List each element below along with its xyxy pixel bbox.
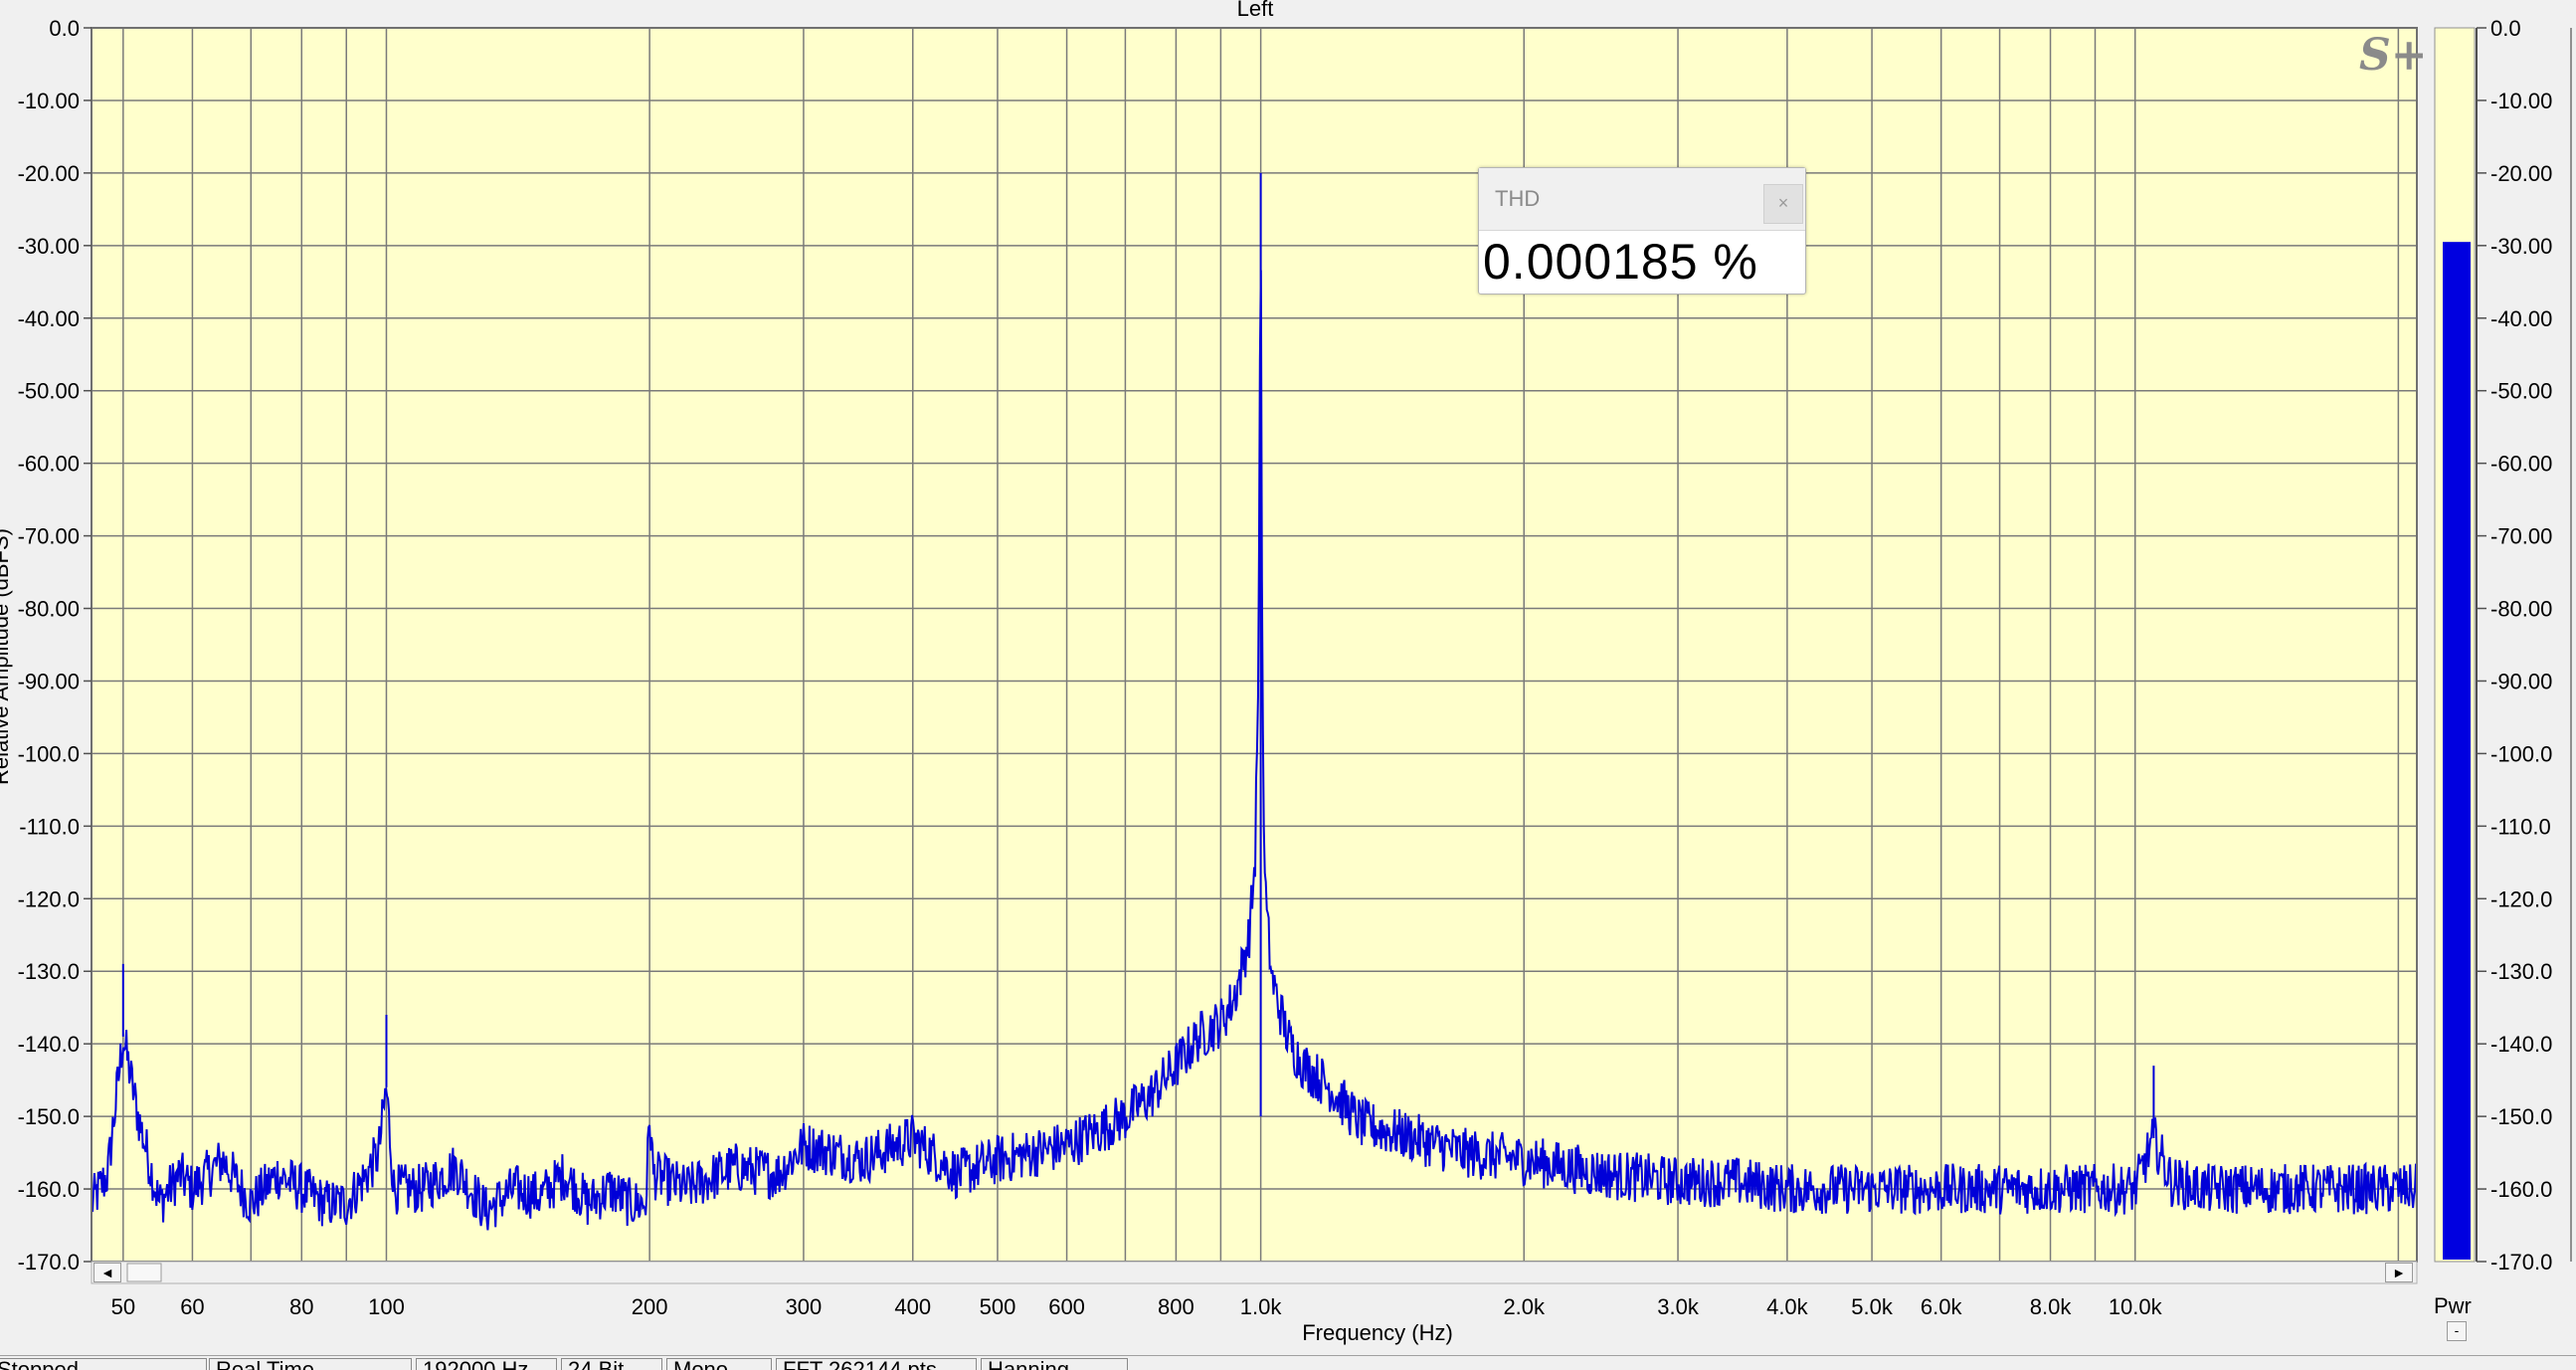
x-tick-label: 400	[894, 1294, 931, 1319]
meter-tick-label: -120.0	[2490, 886, 2552, 911]
meter-tick-label: -100.0	[2490, 741, 2552, 766]
x-tick-label: 2.0k	[1503, 1294, 1546, 1319]
x-tick-label: 500	[980, 1294, 1016, 1319]
meter-tick-label: -110.0	[2490, 814, 2551, 839]
meter-tick-label: -60.00	[2490, 452, 2552, 477]
y-tick-label: -170.0	[18, 1250, 80, 1274]
y-tick-label: -100.0	[18, 741, 80, 766]
y-axis-ticks: 0.0 -10.00 -20.00 -30.00 -40.00 -50.00 -60.00 -…	[18, 16, 92, 1274]
y-tick-label: -80.00	[18, 597, 80, 622]
x-tick-label: 50	[111, 1294, 135, 1319]
x-tick-label: 600	[1048, 1294, 1085, 1319]
meter-tick-label: -80.00	[2490, 597, 2552, 622]
x-axis-label: Frequency (Hz)	[1302, 1320, 1453, 1345]
x-tick-label: 80	[289, 1294, 313, 1319]
meter-tick-label: -30.00	[2490, 234, 2552, 259]
meter-tick-label: -10.00	[2490, 89, 2552, 113]
x-tick-label: 3.0k	[1657, 1294, 1700, 1319]
thd-panel[interactable]: THD × 0.000185 %	[1478, 167, 1806, 294]
meter-tick-label: -90.00	[2490, 669, 2552, 693]
scrollbar-thumb[interactable]	[126, 1263, 162, 1282]
status-fft-size: FFT 262144 pts	[776, 1358, 977, 1370]
x-tick-label: 10.0k	[2109, 1294, 2163, 1319]
horizontal-scrollbar[interactable]	[91, 1261, 2418, 1284]
scroll-right-button[interactable]: ►	[2385, 1263, 2413, 1282]
y-tick-label: 0.0	[49, 16, 80, 41]
status-mode: Real Time	[209, 1358, 412, 1370]
thd-panel-header[interactable]: THD ×	[1479, 168, 1805, 231]
y-tick-label: -70.00	[18, 524, 80, 549]
x-tick-label: 1.0k	[1240, 1294, 1283, 1319]
close-icon[interactable]: ×	[1763, 184, 1803, 224]
meter-tick-label: -70.00	[2490, 524, 2552, 549]
x-tick-label: 100	[368, 1294, 405, 1319]
status-bar: Stopped Real Time 192000 Hz 24 Bit Mono …	[0, 1355, 2576, 1370]
y-tick-label: -20.00	[18, 161, 80, 186]
scroll-left-button[interactable]: ◄	[93, 1263, 121, 1282]
meter-tick-label: -170.0	[2490, 1250, 2552, 1274]
y-tick-label: -110.0	[19, 814, 80, 839]
x-tick-label: 8.0k	[2030, 1294, 2073, 1319]
y-tick-label: -90.00	[18, 669, 80, 693]
meter-tick-label: -140.0	[2490, 1032, 2552, 1057]
meter-tick-label: -40.00	[2490, 306, 2552, 331]
status-window: Hanning	[981, 1358, 1128, 1370]
meter-tick-label: 0.0	[2490, 16, 2521, 41]
x-tick-label: 60	[180, 1294, 204, 1319]
x-tick-label: 6.0k	[1921, 1294, 1963, 1319]
y-tick-label: -10.00	[18, 89, 80, 113]
x-tick-label: 200	[632, 1294, 668, 1319]
power-meter-scale: 0.0 -10.00 -20.00 -30.00 -40.00 -50.00 -60.00 -…	[2477, 16, 2552, 1274]
y-tick-label: -30.00	[18, 234, 80, 259]
collapse-meter-button[interactable]: -	[2447, 1321, 2467, 1341]
meter-tick-label: -160.0	[2490, 1177, 2552, 1202]
power-meter-label: Pwr	[2434, 1293, 2472, 1318]
status-run-state: Stopped	[0, 1358, 207, 1370]
thd-value: 0.000185 %	[1483, 234, 1758, 290]
y-tick-label: -160.0	[18, 1177, 80, 1202]
x-tick-label: 800	[1158, 1294, 1195, 1319]
status-sample-rate: 192000 Hz	[416, 1358, 557, 1370]
y-tick-label: -40.00	[18, 306, 80, 331]
y-tick-label: -60.00	[18, 452, 80, 477]
y-tick-label: -120.0	[18, 886, 80, 911]
x-tick-label: 4.0k	[1766, 1294, 1809, 1319]
meter-tick-label: -20.00	[2490, 161, 2552, 186]
power-meter-fill	[2443, 242, 2471, 1261]
x-tick-label: 300	[786, 1294, 823, 1319]
y-tick-label: -150.0	[18, 1104, 80, 1129]
status-channels: Mono	[666, 1358, 772, 1370]
plot-background	[92, 28, 2417, 1262]
chart-title: Left	[1237, 0, 1274, 21]
x-tick-label: 5.0k	[1851, 1294, 1894, 1319]
status-bit-depth: 24 Bit	[561, 1358, 662, 1370]
logo-mark: S+	[2359, 30, 2428, 81]
y-tick-label: -140.0	[18, 1032, 80, 1057]
thd-panel-title: THD	[1495, 186, 1541, 211]
meter-tick-label: -130.0	[2490, 959, 2552, 984]
spectrum-chart: 0.0 -10.00 -20.00 -30.00 -40.00 -50.00 -60.00 -…	[0, 0, 2572, 1345]
x-axis-ticks: 50 60 80 100 200 300 400 500 600 800 1.0k 2.0k 3.0k 4…	[111, 1294, 2163, 1319]
y-axis-label: Relative Amplitude (dBFS)	[0, 528, 13, 785]
y-tick-label: -130.0	[18, 959, 80, 984]
meter-tick-label: -50.00	[2490, 379, 2552, 404]
y-tick-label: -50.00	[18, 379, 80, 404]
meter-tick-label: -150.0	[2490, 1104, 2552, 1129]
